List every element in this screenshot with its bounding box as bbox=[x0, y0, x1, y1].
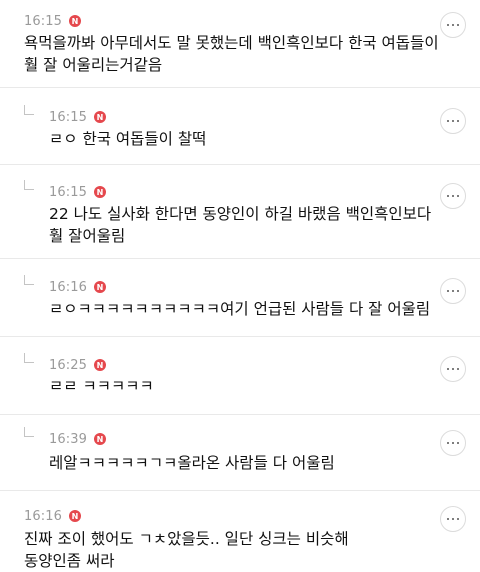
new-badge-icon: N bbox=[93, 433, 106, 445]
comment-text-line: 동양인좀 써라 bbox=[24, 552, 115, 570]
comment-divider bbox=[0, 164, 480, 165]
more-horizontal-icon bbox=[446, 289, 460, 293]
comment-divider bbox=[0, 490, 480, 491]
comment-text-line: ㄹㅇㅋㅋㅋㅋㅋㅋㅋㅋㅋㅋ여기 언급된 사람들 다 잘 어울림 bbox=[49, 300, 431, 318]
comment-meta: 16:15 N bbox=[49, 109, 106, 125]
reply-arrow-icon bbox=[24, 427, 34, 437]
comment-meta: 16:25 N bbox=[49, 357, 106, 373]
reply-arrow-icon bbox=[24, 180, 34, 190]
more-options-button[interactable] bbox=[440, 278, 466, 304]
more-options-button[interactable] bbox=[440, 356, 466, 382]
comment-meta: 16:15 N bbox=[49, 184, 106, 200]
reply-comment: 16:16 N ㄹㅇㅋㅋㅋㅋㅋㅋㅋㅋㅋㅋ여기 언급된 사람들 다 잘 어울림 bbox=[0, 0, 480, 566]
comment: 16:16 N 진짜 조이 했어도 ㄱㅊ았을듯.. 일단 싱크는 비슷해동양인좀 써… bbox=[0, 0, 480, 570]
comment-timestamp: 16:15 bbox=[24, 13, 62, 29]
comment: 16:15 N 욕먹을까봐 아무데서도 말 못했는데 백인흑인보다 한국 여돕들이훨… bbox=[0, 0, 480, 566]
comment-divider bbox=[0, 336, 480, 337]
more-options-button[interactable] bbox=[440, 183, 466, 209]
comment-timestamp: 16:15 bbox=[49, 184, 87, 200]
more-horizontal-icon bbox=[446, 23, 460, 27]
more-horizontal-icon bbox=[446, 194, 460, 198]
comment-divider bbox=[0, 258, 480, 259]
more-horizontal-icon bbox=[446, 441, 460, 445]
comment-timestamp: 16:39 bbox=[49, 431, 87, 447]
comment-meta: 16:16 N bbox=[49, 279, 106, 295]
comment-text-line: ㄹㅇ 한국 여돕들이 찰떡 bbox=[49, 130, 207, 148]
comment-meta: 16:15 N bbox=[24, 13, 81, 29]
comment-timestamp: 16:25 bbox=[49, 357, 87, 373]
comment-text-line: 욕먹을까봐 아무데서도 말 못했는데 백인흑인보다 한국 여돕들이 bbox=[24, 34, 439, 52]
comment-timestamp: 16:16 bbox=[49, 279, 87, 295]
comment-meta: 16:16 N bbox=[24, 508, 81, 524]
more-options-button[interactable] bbox=[440, 506, 466, 532]
more-horizontal-icon bbox=[446, 517, 460, 521]
comment-text-line: 진짜 조이 했어도 ㄱㅊ았을듯.. 일단 싱크는 비슷해 bbox=[24, 530, 349, 548]
new-badge-icon: N bbox=[93, 359, 106, 371]
new-badge-icon: N bbox=[68, 510, 81, 522]
reply-comment: 16:39 N 레알ㅋㅋㅋㅋㅋㄱㅋ올라온 사람들 다 어울림 bbox=[0, 0, 480, 566]
new-badge-icon: N bbox=[93, 186, 106, 198]
new-badge-icon: N bbox=[93, 111, 106, 123]
reply-arrow-icon bbox=[24, 353, 34, 363]
comment-text-line: 훨 잘 어울리는거같음 bbox=[24, 56, 163, 74]
new-badge-icon: N bbox=[93, 281, 106, 293]
more-options-button[interactable] bbox=[440, 430, 466, 456]
reply-comment: 16:15 N ㄹㅇ 한국 여돕들이 찰떡 bbox=[0, 0, 480, 566]
comment-text-line: ㄹㄹ ㅋㅋㅋㅋㅋ bbox=[49, 377, 154, 395]
more-horizontal-icon bbox=[446, 367, 460, 371]
comment-timestamp: 16:16 bbox=[24, 508, 62, 524]
more-options-button[interactable] bbox=[440, 12, 466, 38]
comment-timestamp: 16:15 bbox=[49, 109, 87, 125]
comment-divider bbox=[0, 414, 480, 415]
comment-text-line: 레알ㅋㅋㅋㅋㅋㄱㅋ올라온 사람들 다 어울림 bbox=[49, 454, 335, 472]
comment-divider bbox=[0, 87, 480, 88]
reply-comment: 16:15 N 22 나도 실사화 한다면 동양인이 하길 바랬음 백인흑인보다 훨 … bbox=[0, 0, 480, 566]
comment-text-line: 훨 잘어울림 bbox=[49, 227, 126, 245]
reply-comment: 16:25 N ㄹㄹ ㅋㅋㅋㅋㅋ bbox=[0, 0, 480, 566]
comment-text-line: 22 나도 실사화 한다면 동양인이 하길 바랬음 백인흑인보다 bbox=[49, 205, 432, 223]
new-badge-icon: N bbox=[68, 15, 81, 27]
reply-arrow-icon bbox=[24, 275, 34, 285]
more-options-button[interactable] bbox=[440, 108, 466, 134]
reply-arrow-icon bbox=[24, 105, 34, 115]
comment-meta: 16:39 N bbox=[49, 431, 106, 447]
more-horizontal-icon bbox=[446, 119, 460, 123]
